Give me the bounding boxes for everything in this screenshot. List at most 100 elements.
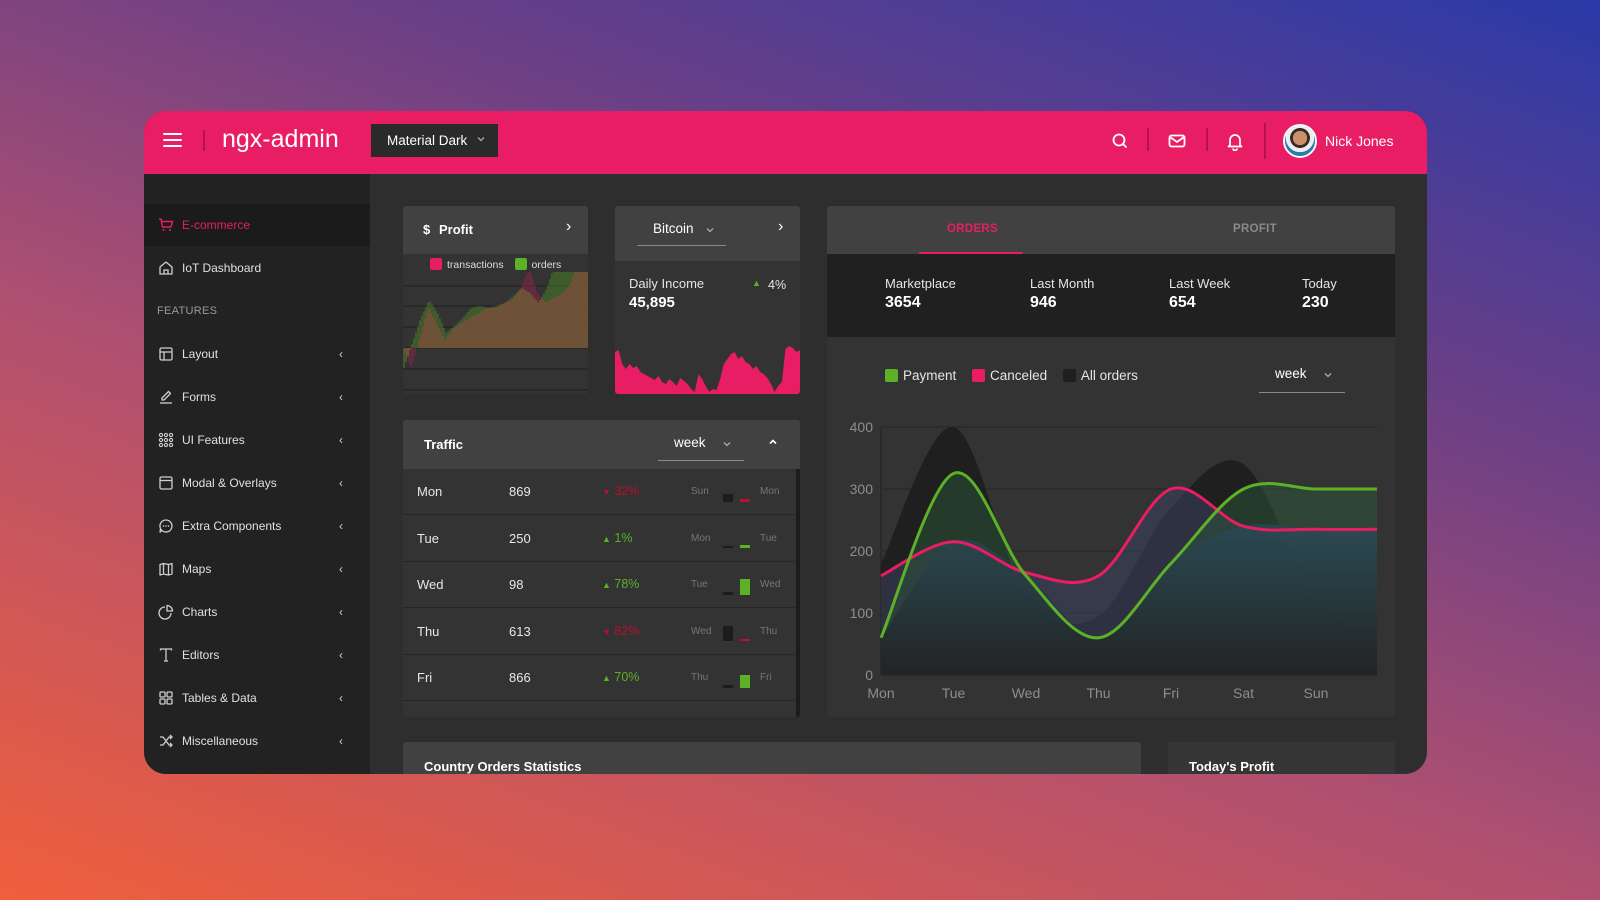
chevron-left-icon: ‹ [339, 734, 343, 748]
legend-swatch [430, 258, 442, 270]
sidebar-item-tables-data[interactable]: Tables & Data ‹ [144, 677, 370, 719]
traffic-prev-day: Mon [691, 532, 711, 544]
mail-icon[interactable] [1167, 131, 1187, 151]
sidebar-item-label: IoT Dashboard [182, 261, 262, 275]
chevron-left-icon: ‹ [339, 476, 343, 490]
edit-icon [160, 390, 172, 404]
sidebar-item-label: Miscellaneous [182, 734, 259, 748]
theme-select[interactable]: Material Dark [371, 124, 498, 157]
y-tick-label: 400 [850, 419, 874, 435]
chevron-right-icon[interactable]: › [566, 218, 571, 236]
brand-logo[interactable]: ngx-admin [222, 125, 339, 154]
orders-chart: 0 100 200 300 400 Mon Tue Wed Thu Fri Sat Sun [850, 419, 1378, 701]
x-tick-label: Sat [1233, 685, 1254, 701]
sidebar-item-miscellaneous[interactable]: Miscellaneous ‹ [144, 720, 370, 762]
traffic-day: Tue [417, 530, 439, 546]
sidebar-item-forms[interactable]: Forms ‹ [144, 376, 370, 418]
header-divider [1206, 128, 1208, 151]
traffic-day: Wed [417, 577, 444, 592]
menu-icon[interactable] [163, 133, 182, 149]
income-area [615, 346, 800, 394]
arrow-up-icon: ▲ [602, 580, 611, 590]
avatar[interactable] [1283, 124, 1317, 158]
traffic-value: 613 [509, 623, 531, 639]
traffic-title: Traffic [424, 437, 464, 452]
traffic-row[interactable]: Tue 250 ▲ 1% Mon Tue [403, 516, 795, 562]
traffic-delta: ▲ 1% [602, 531, 632, 545]
grid-icon [159, 691, 173, 705]
sidebar-item-ui-features[interactable]: UI Features ‹ [144, 419, 370, 461]
header-divider [203, 130, 205, 151]
sidebar-item-extra-components[interactable]: Extra Components ‹ [144, 505, 370, 547]
traffic-prev-day: Wed [691, 625, 712, 637]
sidebar-item-charts[interactable]: Charts ‹ [144, 591, 370, 633]
traffic-value: 866 [509, 670, 531, 685]
sidebar-item-label: Charts [182, 605, 218, 619]
traffic-delta-value: 82% [614, 623, 640, 638]
stat-marketplace: Marketplace 3654 [885, 276, 956, 312]
chevron-left-icon: ‹ [339, 691, 343, 705]
sidebar-item-maps[interactable]: Maps ‹ [144, 548, 370, 590]
traffic-row[interactable]: Fri 866 ▲ 70% Thu Fri [403, 655, 795, 701]
sidebar-item-label: Tables & Data [182, 691, 257, 705]
traffic-period-select[interactable]: week [658, 434, 744, 461]
user-name[interactable]: Nick Jones [1325, 133, 1393, 149]
arrow-down-icon: ▼ [602, 626, 611, 637]
shuffle-icon [160, 734, 173, 748]
traffic-value: 250 [509, 530, 531, 546]
stat-label: Today [1302, 276, 1337, 291]
currency-select[interactable]: Bitcoin [637, 220, 726, 246]
traffic-prev-bar [723, 545, 733, 549]
today-profit-card: Today's Profit [1168, 742, 1395, 774]
traffic-value: 98 [509, 577, 524, 592]
chevron-left-icon: ‹ [339, 605, 343, 619]
traffic-day: Mon [417, 484, 443, 499]
traffic-prev-bar [723, 494, 733, 502]
sidebar-item-label: Modal & Overlays [182, 476, 277, 490]
sidebar-item-modal-overlays[interactable]: Modal & Overlays ‹ [144, 462, 370, 504]
arrow-down-icon: ▼ [602, 487, 611, 497]
sidebar-item-label: Extra Components [182, 519, 282, 533]
profit-legend: transactions orders [430, 258, 561, 271]
chevron-down-icon [477, 137, 485, 142]
chevron-left-icon: ‹ [339, 390, 343, 404]
orders-tabs: ORDERS PROFIT [827, 206, 1395, 255]
sidebar-item-e-commerce[interactable]: E-commerce [144, 204, 370, 246]
stat-value: 654 [1169, 294, 1196, 311]
traffic-prev-day: Thu [691, 672, 709, 683]
message-circle-icon [159, 519, 173, 533]
search-icon[interactable] [1110, 131, 1130, 151]
legend-item-all-orders[interactable]: All orders [1062, 368, 1138, 383]
legend-swatch [972, 369, 986, 382]
legend-item-canceled[interactable]: Canceled [972, 368, 1047, 383]
traffic-card-header: Traffic week [403, 420, 800, 469]
legend-swatch [1062, 369, 1076, 382]
bitcoin-income-chart [615, 346, 800, 394]
tab-profit[interactable]: PROFIT [1233, 223, 1277, 235]
traffic-row[interactable]: Mon 869 ▼ 32% Sun Mon [403, 469, 795, 515]
daily-income-value: 45,895 [629, 294, 675, 311]
orders-period-select[interactable]: week [1259, 362, 1345, 393]
sidebar-item-layout[interactable]: Layout ‹ [144, 333, 370, 375]
chevron-up-icon[interactable] [768, 437, 778, 447]
chevron-left-icon: ‹ [339, 519, 343, 533]
tab-orders[interactable]: ORDERS [947, 223, 998, 235]
stat-value: 230 [1302, 294, 1329, 311]
scrollbar[interactable] [796, 469, 800, 717]
daily-income-label: Daily Income [629, 276, 705, 291]
sidebar-item-iot-dashboard[interactable]: IoT Dashboard [144, 247, 370, 289]
legend-item-payment[interactable]: Payment [885, 368, 956, 383]
traffic-row[interactable] [403, 702, 795, 718]
traffic-row[interactable]: Thu 613 ▼ 82% Wed Thu [403, 609, 795, 655]
legend-label: All orders [1080, 368, 1138, 383]
sidebar-item-label: E-commerce [182, 218, 251, 232]
x-tick-label: Wed [1012, 685, 1041, 701]
y-tick-label: 0 [865, 667, 873, 683]
bell-icon[interactable] [1225, 131, 1245, 151]
traffic-cur-day: Fri [760, 672, 772, 683]
profit-card: $ Profit › transactions orders [403, 206, 588, 394]
sidebar-item-editors[interactable]: Editors ‹ [144, 634, 370, 676]
traffic-row[interactable]: Wed 98 ▲ 78% Tue Wed [403, 562, 795, 608]
profit-card-header[interactable]: $ Profit › [403, 206, 588, 254]
chevron-right-icon[interactable]: › [778, 218, 783, 236]
